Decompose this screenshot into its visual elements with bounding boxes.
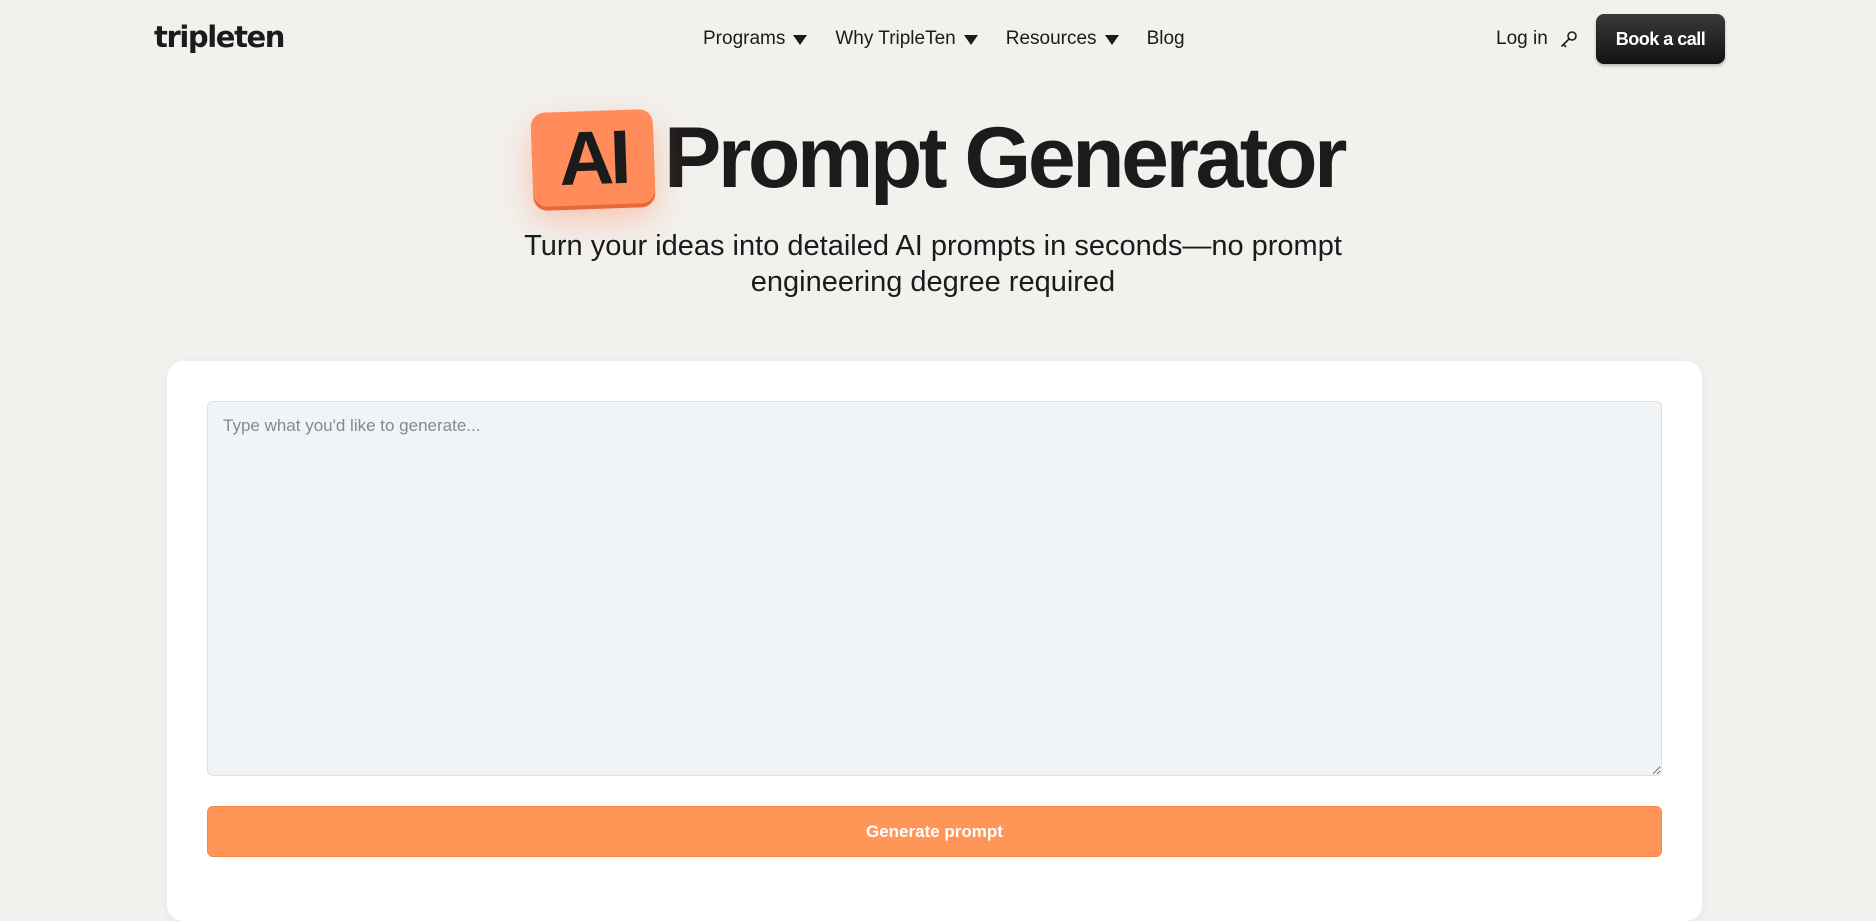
page-title-text: Prompt Generator <box>664 110 1347 206</box>
login-label: Log in <box>1496 28 1548 49</box>
generate-prompt-button[interactable]: Generate prompt <box>207 806 1662 857</box>
login-link[interactable]: Log in <box>1496 26 1578 52</box>
page-subtitle: Turn your ideas into detailed AI prompts… <box>524 230 1342 298</box>
page-title: AI Prompt Generator <box>0 108 1876 208</box>
nav-item-label: Resources <box>1005 28 1097 49</box>
caret-down-icon <box>1104 35 1119 45</box>
prompt-generator-card: Generate prompt <box>167 361 1702 921</box>
nav-item-label: Programs <box>703 28 786 49</box>
nav-item-why-tripleten[interactable]: Why TripleTen <box>835 26 978 52</box>
nav-item-blog[interactable]: Blog <box>1147 26 1185 52</box>
ai-badge: AI <box>530 108 656 208</box>
nav-item-resources[interactable]: Resources <box>1006 26 1119 52</box>
caret-down-icon <box>793 35 808 45</box>
prompt-input[interactable] <box>207 401 1662 776</box>
nav-item-label: Blog <box>1146 28 1185 49</box>
caret-down-icon <box>963 35 978 45</box>
book-a-call-button[interactable]: Book a call <box>1596 14 1725 64</box>
nav-item-label: Why TripleTen <box>835 28 956 49</box>
tripleten-logo[interactable]: tripleten <box>154 20 285 54</box>
nav-item-programs[interactable]: Programs <box>703 26 808 52</box>
top-nav: tripleten Programs Why TripleTen Resourc… <box>0 0 1876 78</box>
key-icon <box>1560 31 1577 48</box>
main-menu: Programs Why TripleTen Resources Blog <box>703 26 1185 52</box>
